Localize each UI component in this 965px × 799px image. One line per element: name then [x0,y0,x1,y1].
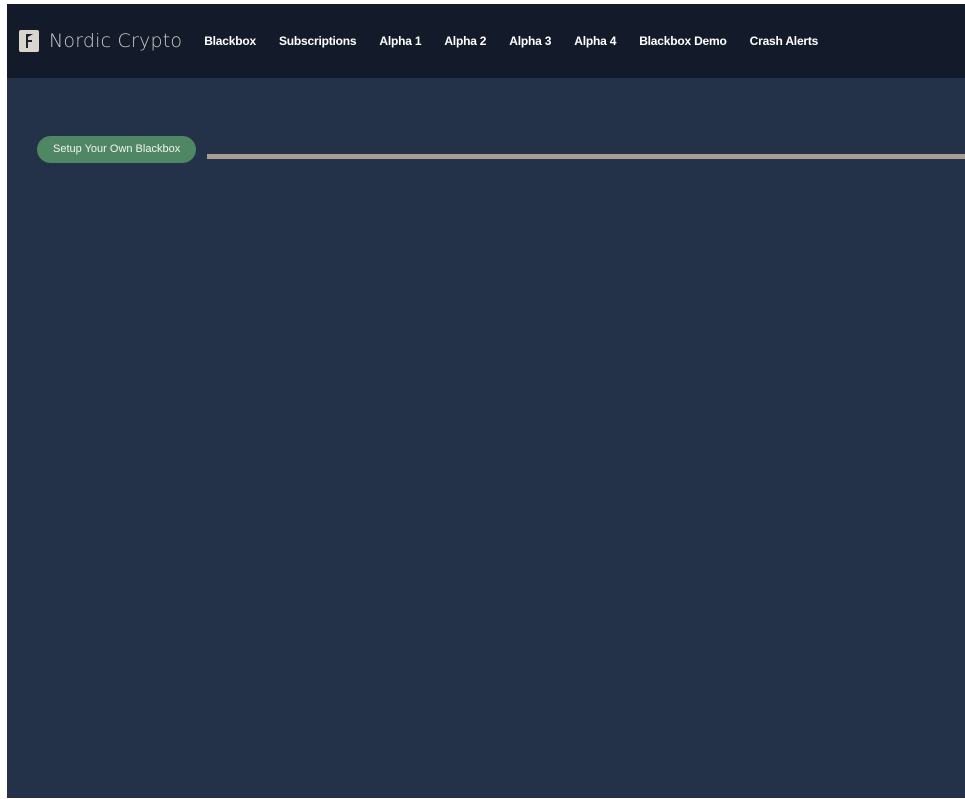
brand[interactable]: Nordic Crypto [19,30,182,52]
nav-item-alpha-3[interactable]: Alpha 3 [509,34,551,48]
brand-name: Nordic Crypto [49,30,183,52]
nordic-crypto-logo-icon [19,30,39,52]
app-window: Nordic Crypto Blackbox Subscriptions Alp… [7,4,965,798]
setup-section: Setup Your Own Blackbox [37,136,965,164]
section-divider-line [207,154,965,159]
nav-links: Blackbox Subscriptions Alpha 1 Alpha 2 A… [204,34,841,48]
nav-item-alpha-2[interactable]: Alpha 2 [444,34,486,48]
nav-item-subscriptions[interactable]: Subscriptions [279,34,357,48]
nav-item-blackbox[interactable]: Blackbox [204,34,256,48]
nav-item-alpha-1[interactable]: Alpha 1 [379,34,421,48]
nav-item-blackbox-demo[interactable]: Blackbox Demo [639,34,727,48]
setup-blackbox-button[interactable]: Setup Your Own Blackbox [37,136,197,163]
top-navbar: Nordic Crypto Blackbox Subscriptions Alp… [7,4,965,78]
nav-item-alpha-4[interactable]: Alpha 4 [574,34,616,48]
nav-item-crash-alerts[interactable]: Crash Alerts [750,34,819,48]
